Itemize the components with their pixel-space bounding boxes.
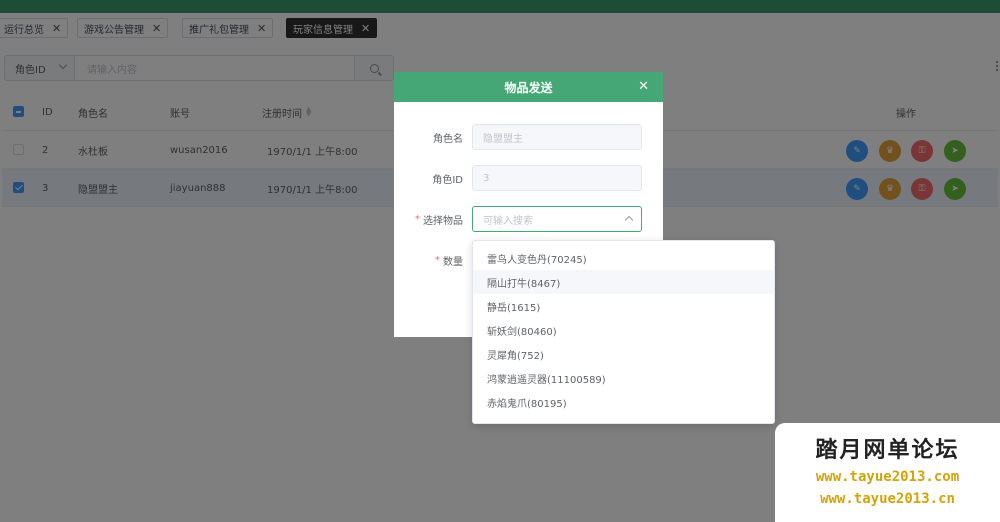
form-row-role-id: 角色ID 3 [394, 165, 663, 191]
quantity-label: * 数量 [435, 254, 463, 268]
form-row-role-name: 角色名 隐盟盟主 [394, 124, 663, 150]
role-name-label: 角色名 [433, 133, 463, 145]
watermark-url: www.tayue2013.com [815, 468, 960, 485]
item-select[interactable]: 可输入搜索 [472, 206, 642, 232]
chevron-up-icon [624, 215, 634, 225]
role-id-field: 3 [472, 165, 642, 191]
item-dropdown: 雷鸟人变色丹(70245) 隔山打牛(8467) 静岳(1615) 斩妖剑(80… [472, 240, 775, 424]
dialog-header: 物品发送 ✕ [394, 72, 663, 102]
dialog-title: 物品发送 [504, 80, 553, 95]
form-row-item: * 选择物品 可输入搜索 [394, 206, 663, 232]
watermark: 踏月网单论坛 www.tayue2013.com www.tayue2013.c… [775, 423, 1000, 522]
item-label: * 选择物品 [415, 213, 463, 227]
role-name-field: 隐盟盟主 [472, 124, 642, 150]
dropdown-option[interactable]: 静岳(1615) [473, 294, 774, 318]
role-id-label: 角色ID [432, 174, 463, 186]
dropdown-option[interactable]: 斩妖剑(80460) [473, 318, 774, 342]
close-icon[interactable]: ✕ [638, 79, 649, 94]
dropdown-option[interactable]: 隔山打牛(8467) [473, 270, 774, 294]
dropdown-option[interactable]: 赤焰鬼爪(80195) [473, 390, 774, 414]
dropdown-option[interactable]: 鸿蒙逍遥灵器(11100589) [473, 366, 774, 390]
watermark-url: www.tayue2013.cn [820, 490, 955, 507]
dropdown-option[interactable]: 雷鸟人变色丹(70245) [473, 246, 774, 270]
role-name-value: 隐盟盟主 [483, 133, 523, 145]
dropdown-option[interactable]: 灵犀角(752) [473, 342, 774, 366]
watermark-title: 踏月网单论坛 [815, 437, 960, 463]
role-id-value: 3 [483, 172, 490, 184]
item-placeholder: 可输入搜索 [483, 215, 533, 227]
